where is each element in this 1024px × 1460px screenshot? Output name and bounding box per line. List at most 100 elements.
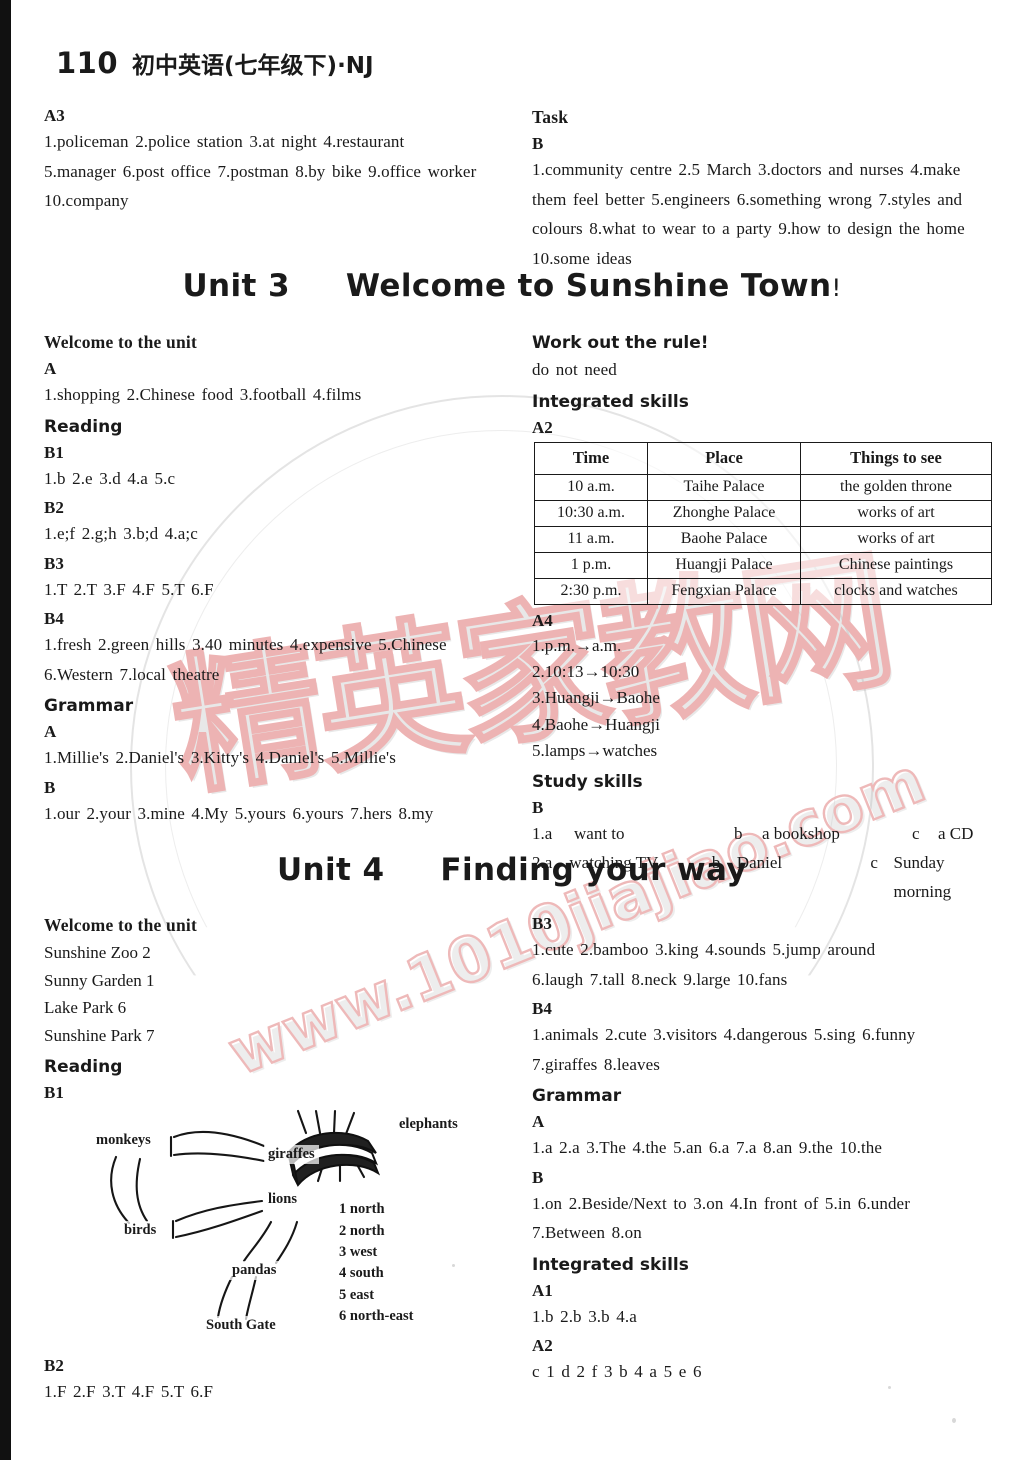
cell-place: Fengxian Palace — [647, 577, 801, 605]
bridge-spoke-1 — [296, 1110, 308, 1135]
u4-b2-answers: 1.F 2.F 3.T 4.F 5.T 6.F — [44, 1382, 214, 1402]
u3-b3-answers: 1.T 2.T 3.F 4.F 5.T 6.F — [44, 579, 214, 599]
direction-item-1: 1 north — [339, 1201, 385, 1218]
unit4-right-column: B3 1.cute 2.bamboo 3.king 4.sounds 5.jum… — [532, 908, 994, 1388]
zoo-node-monkeys: monkeys — [92, 1131, 155, 1151]
path-pandas-gate-left — [216, 1276, 234, 1319]
u4-grammar-a-answers: 1.a 2.a 3.The 4.the 5.an 6.a 7.a 8.an 9.… — [532, 1138, 883, 1158]
path-monkeys-giraffes-lower — [172, 1152, 266, 1163]
u3-b1-label: B1 — [44, 442, 64, 462]
u3-b3-label: B3 — [44, 553, 64, 573]
u4-b1-label: B1 — [44, 1083, 64, 1103]
cell-things: Chinese paintings — [800, 551, 992, 579]
u4-welcome-answer-2: Sunny Garden 1 — [44, 970, 155, 990]
table-col-things: Things to see — [800, 441, 992, 475]
u3-a2-label: A2 — [532, 417, 553, 437]
path-lions-pandas-left — [242, 1221, 273, 1263]
cell-things: the golden throne — [800, 473, 992, 501]
u3-b4-answers-line-2: 6.Western 7.local theatre — [44, 664, 220, 684]
path-monkeys-birds-right — [135, 1158, 149, 1223]
cell-time: 1 p.m. — [534, 551, 648, 579]
bridge-spoke-4 — [344, 1112, 356, 1136]
a3-answer-line-2: 5.manager 6.post office 7.postman 8.by b… — [44, 161, 477, 181]
table-header-row: Time Place Things to see — [534, 441, 992, 475]
u3-a4-answer-1: 1.p.m.→a.m. — [532, 635, 622, 655]
u4-grammar-a-label: A — [532, 1112, 545, 1132]
ss-1-value-b: a bookshop — [762, 824, 840, 844]
ss-1-key-b: b — [734, 824, 743, 844]
page-number: 110 — [56, 46, 119, 80]
cell-time: 10 a.m. — [534, 473, 648, 501]
unit3-title-prefix: Unit 3 — [182, 268, 290, 304]
zoo-node-pandas: pandas — [228, 1261, 281, 1281]
page-header-subject: 初中英语(七年级下)·NJ — [132, 53, 374, 79]
u3-grammar-a-label: A — [44, 722, 57, 742]
u4-grammar-b-label: B — [532, 1167, 544, 1187]
study-skills-row: 1.a want to b a bookshop c a CD — [532, 820, 994, 849]
u4-grammar-b-answers-line-2: 7.Between 8.on — [532, 1223, 642, 1243]
u3-a4-answer-4: 4.Baohe→Huangji — [532, 714, 660, 734]
u3-grammar-b-label: B — [44, 777, 56, 797]
unit3-title-main: Welcome to Sunshine Town — [345, 268, 832, 304]
cell-place: Huangji Palace — [647, 551, 801, 579]
cell-place: Taihe Palace — [647, 473, 801, 501]
u3-b1-answers: 1.b 2.e 3.d 4.a 5.c — [44, 468, 176, 488]
table-row: 10:30 a.m. Zhonghe Palace works of art — [534, 499, 992, 527]
bridge-spoke-3 — [332, 1110, 337, 1135]
u3-a4-answer-3: 3.Huangji→Baohe — [532, 688, 660, 708]
unit3-title: Unit 3 Welcome to Sunshine Town! — [0, 268, 1024, 304]
ss-1-key-a: 1.a — [532, 824, 553, 844]
zoo-node-lions: lions — [264, 1190, 302, 1210]
ss-1-key-c: c — [912, 824, 920, 844]
table-row: 10 a.m. Taihe Palace the golden throne — [534, 473, 992, 501]
zoo-node-giraffes: giraffes — [264, 1145, 319, 1165]
scan-speck — [888, 1386, 891, 1389]
task-answer-line-2: them feel better 5.engineers 6.something… — [532, 189, 963, 209]
direction-item-5: 5 east — [339, 1286, 375, 1303]
direction-item-4: 4 south — [339, 1265, 384, 1282]
u3-study-skills-heading: Study skills — [532, 772, 643, 793]
task-heading: Task — [532, 107, 569, 127]
zoo-route-diagram: monkeys giraffes elephants birds lions p… — [92, 1109, 512, 1344]
section-label-a3: A3 — [44, 106, 65, 125]
table-row: 1 p.m. Huangji Palace Chinese paintings — [534, 551, 992, 579]
u3-grammar-a-answers: 1.Millie's 2.Daniel's 3.Kitty's 4.Daniel… — [44, 748, 396, 768]
u4-integrated-heading: Integrated skills — [532, 1254, 689, 1275]
table-col-place: Place — [647, 441, 801, 475]
u4-b3-label: B3 — [532, 914, 552, 933]
u4-welcome-answer-3: Lake Park 6 — [44, 998, 127, 1018]
unit4-left-column: Welcome to the unit Sunshine Zoo 2 Sunny… — [44, 908, 509, 1408]
right-column-top: Task B 1.community centre 2.5 March 3.do… — [532, 100, 994, 274]
answer-key-page: 110 初中英语(七年级下)·NJ A3 1.policeman 2.polic… — [0, 0, 1024, 1460]
u4-a1-answers: 1.b 2.b 3.b 4.a — [532, 1306, 637, 1326]
scan-edge-artifact — [0, 0, 11, 1460]
u3-b4-label: B4 — [44, 609, 64, 629]
path-lions-pandas-right — [274, 1221, 299, 1265]
u3-a4-answer-5: 5.lamps→watches — [532, 740, 658, 760]
cell-place: Baohe Palace — [647, 525, 801, 553]
u4-grammar-b-answers-line-1: 1.on 2.Beside/Next to 3.on 4.In front of… — [532, 1193, 910, 1213]
path-monkeys-birds-left — [110, 1156, 131, 1225]
a3-answer-line-1: 1.policeman 2.police station 3.at night … — [44, 132, 405, 151]
zoo-node-elephants: elephants — [395, 1115, 462, 1135]
a3-answer-line-3: 10.company — [44, 191, 129, 211]
cell-place: Zhonghe Palace — [647, 499, 801, 527]
u3-welcome-answers: 1.shopping 2.Chinese food 3.football 4.f… — [44, 385, 362, 404]
u4-welcome-heading: Welcome to the unit — [44, 915, 198, 935]
u4-welcome-answer-4: Sunshine Park 7 — [44, 1025, 155, 1045]
table-row: 11 a.m. Baohe Palace works of art — [534, 525, 992, 553]
cell-time: 2:30 p.m. — [534, 577, 648, 605]
u3-a4-label: A4 — [532, 610, 553, 630]
u3-a4-answer-2: 2.10:13→10:30 — [532, 661, 640, 681]
u4-grammar-heading: Grammar — [532, 1086, 622, 1107]
ss-1-value-c: a CD — [938, 824, 974, 844]
cell-time: 10:30 a.m. — [534, 499, 648, 527]
u4-welcome-answer-1: Sunshine Zoo 2 — [44, 943, 151, 962]
direction-item-2: 2 north — [339, 1222, 385, 1239]
unit3-right-column: Work out the rule! do not need Integrate… — [532, 325, 994, 907]
u4-b2-label: B2 — [44, 1356, 64, 1376]
u3-integrated-heading: Integrated skills — [532, 391, 689, 412]
page-header: 110 初中英语(七年级下)·NJ — [56, 46, 374, 80]
u4-b4-answers-line-2: 7.giraffes 8.leaves — [532, 1054, 660, 1074]
a2-schedule-table: Time Place Things to see 10 a.m. Taihe P… — [534, 441, 992, 605]
